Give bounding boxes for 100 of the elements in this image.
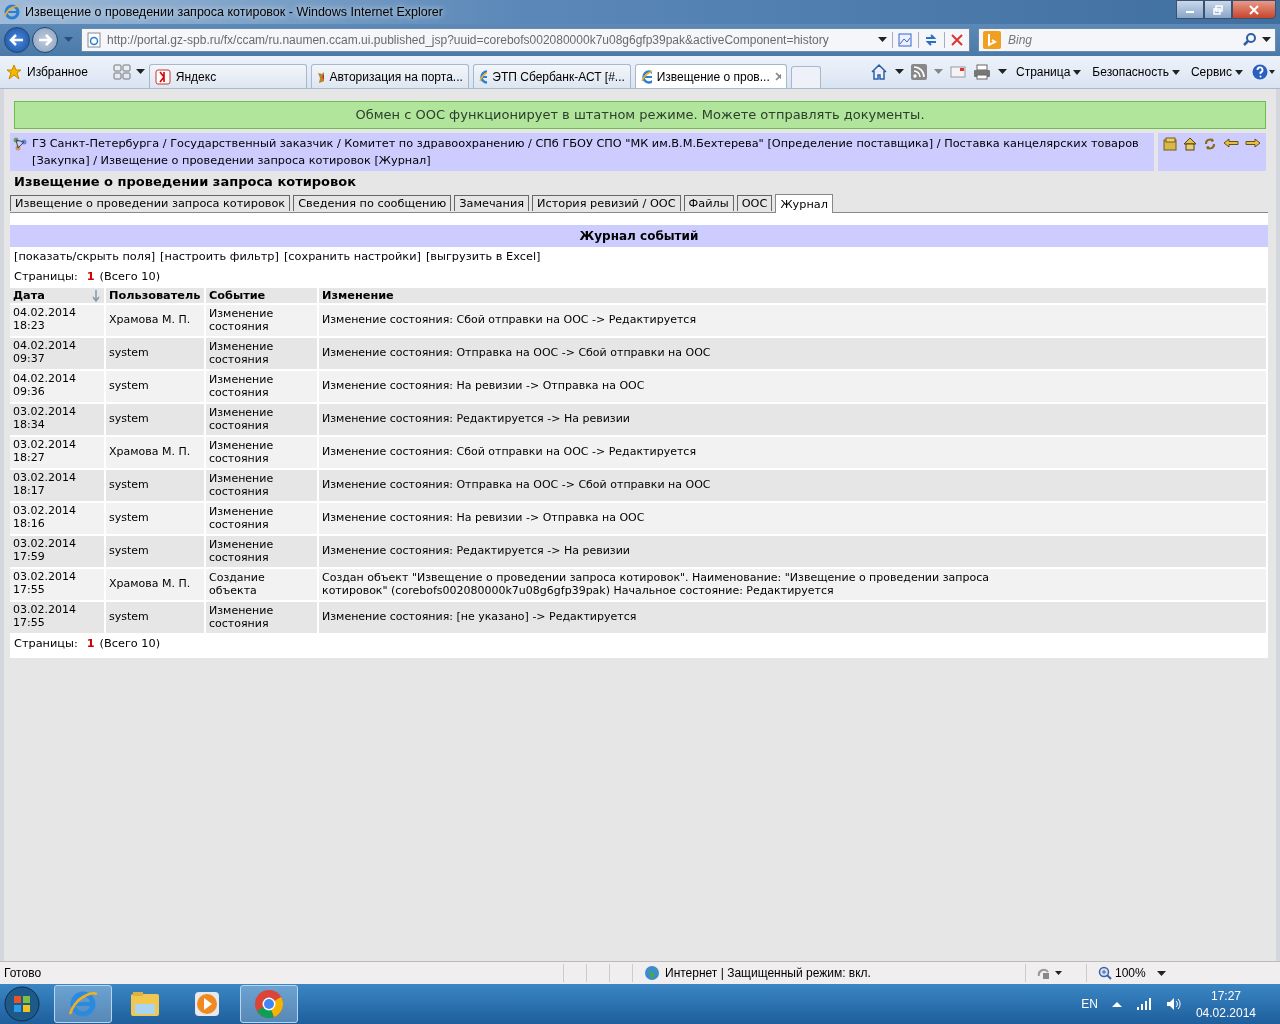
folder-icon[interactable]: [1163, 137, 1177, 151]
caret-icon: [1156, 970, 1166, 976]
change-cell-text: Изменение состояния: Отправка на ООС -> Сбой отправки на ООС: [322, 479, 712, 492]
change-cell-text: Изменение состояния: Отправка на ООС -> Сбой отправки на ООС: [322, 347, 712, 360]
event-cell: Изменение состояния: [209, 539, 275, 564]
close-button[interactable]: [1232, 0, 1276, 19]
page-link[interactable]: 1: [86, 270, 95, 283]
date-cell-text: 03.02.2014 17:55: [13, 604, 77, 629]
arrow-right-icon[interactable]: [1245, 137, 1261, 149]
action-link[interactable]: [сохранить настройки]: [283, 250, 421, 263]
caret-icon[interactable]: [878, 37, 887, 43]
arrow-right-icon: [37, 33, 53, 47]
event-cell: Изменение состояния: [209, 374, 275, 399]
help-icon[interactable]: [1252, 64, 1276, 80]
language-indicator[interactable]: EN: [1081, 997, 1098, 1011]
section-title: Журнал событий: [10, 225, 1268, 247]
caret-icon: [1073, 69, 1082, 75]
feed-icon[interactable]: [910, 64, 927, 80]
start-button[interactable]: [4, 986, 40, 1022]
back-button[interactable]: [4, 27, 30, 53]
pager-total: (Всего 10): [99, 270, 161, 283]
user-cell: system: [109, 610, 149, 624]
tab[interactable]: История ревизий / ООС: [532, 195, 681, 211]
change-cell-text: Изменение состояния: Редактируется -> На ревизии: [322, 413, 631, 426]
browser-tab[interactable]: Извещение о пров...: [634, 64, 787, 88]
menu-button[interactable]: Страница: [1013, 65, 1084, 79]
date-cell-text: 03.02.2014 18:27: [13, 439, 77, 464]
clock[interactable]: 17:27 04.02.2014: [1195, 988, 1256, 1020]
refresh-icon[interactable]: [1203, 137, 1217, 151]
user-cell: Храмова М. П.: [109, 445, 191, 459]
page-link[interactable]: 1: [86, 637, 95, 650]
browser-tab[interactable]: Яндекс: [148, 64, 307, 88]
home-icon[interactable]: [1183, 137, 1197, 151]
user-cell: system: [109, 379, 149, 393]
user-cell: system: [109, 511, 149, 525]
tab[interactable]: Замечания: [454, 195, 530, 211]
caret-icon: [1171, 69, 1180, 75]
pager-total: (Всего 10): [99, 637, 161, 650]
arrow-left-icon[interactable]: [1223, 137, 1239, 149]
user-cell: system: [109, 346, 149, 360]
maximize-button[interactable]: [1204, 0, 1232, 19]
menu-button[interactable]: Сервис: [1188, 65, 1245, 79]
home-icon[interactable]: [869, 63, 888, 81]
action-link[interactable]: [настроить фильтр]: [160, 250, 279, 263]
column-header[interactable]: Изменение: [322, 289, 394, 302]
caret-icon[interactable]: [894, 69, 904, 75]
date-cell-text: 03.02.2014 17:55: [13, 571, 77, 596]
search-bar[interactable]: Bing: [978, 28, 1276, 52]
action-link[interactable]: [показать/скрыть поля]: [14, 250, 156, 263]
speaker-icon[interactable]: [1165, 996, 1182, 1012]
user-cell: Храмова М. П.: [109, 577, 191, 591]
change-cell-text: Изменение состояния: Редактируется -> На ревизии: [322, 545, 631, 558]
caret-icon[interactable]: [997, 69, 1007, 75]
minimize-button[interactable]: [1176, 0, 1204, 19]
tab[interactable]: ООС: [736, 195, 773, 211]
compatibility-icon[interactable]: [892, 32, 913, 48]
taskbar-button[interactable]: [240, 985, 298, 1023]
change-cell-text: Создан объект "Извещение о проведении запроса котировок". Наименование: "Извещение о проведении запроса котировок" (corebofs002080000k7u08g6gfp39pak) Начальное состояние: Редактируется: [322, 572, 990, 597]
lock-icon[interactable]: [1037, 966, 1063, 980]
mail-icon[interactable]: [949, 65, 966, 79]
browser-tab[interactable]: Авторизация на порта...: [310, 64, 469, 88]
stop-icon[interactable]: [944, 32, 965, 48]
search-field[interactable]: Bing: [1006, 32, 1238, 48]
search-icon[interactable]: [1243, 33, 1257, 47]
caret-icon[interactable]: [1262, 37, 1271, 43]
pager-label: Страницы:: [14, 637, 78, 650]
favorites-button[interactable]: Избранное: [4, 64, 108, 80]
date-cell-text: 03.02.2014 18:17: [13, 472, 77, 497]
printer-icon[interactable]: [972, 64, 991, 80]
tab[interactable]: Извещение о проведении запроса котировок: [10, 195, 291, 211]
search-engine-logo-icon: [983, 31, 1001, 49]
zoom-button[interactable]: 100%: [1098, 966, 1166, 980]
tab[interactable]: Журнал: [775, 194, 833, 213]
address-field[interactable]: http://portal.gz-spb.ru/fx/ccam/ru.naumen.ccam.ui.published_jsp?uuid=corebofs002080000k7u08g6gfp39pak&activeComponent=history: [81, 28, 970, 52]
refresh-icon[interactable]: [918, 32, 939, 48]
tab[interactable]: Сведения по сообщению: [293, 195, 452, 211]
signal-icon[interactable]: [1135, 997, 1152, 1011]
event-cell: Изменение состояния: [209, 605, 275, 630]
star-icon: [6, 64, 22, 80]
network-icon: [12, 136, 28, 152]
page-heading: Извещение о проведении запроса котировок: [13, 173, 358, 191]
zoom-icon: [1098, 966, 1112, 980]
action-link[interactable]: [выгрузить в Excel]: [425, 250, 541, 263]
user-cell: Храмова М. П.: [109, 313, 191, 327]
status-banner: Обмен с ООС функционирует в штатном режиме. Можете отправлять документы.: [14, 101, 1266, 129]
change-cell-text: Изменение состояния: На ревизии -> Отправка на ООС: [322, 512, 646, 525]
browser-tab[interactable]: ЭТП Сбербанк-АСТ [#...: [472, 64, 631, 88]
forward-button[interactable]: [32, 27, 58, 53]
tray-expand-icon[interactable]: [1111, 1001, 1122, 1007]
close-icon: [1248, 4, 1260, 15]
user-cell: system: [109, 478, 149, 492]
caret-icon[interactable]: [135, 69, 145, 75]
menu-button[interactable]: Безопасность: [1090, 65, 1182, 79]
date-cell-text: 04.02.2014 18:23: [13, 307, 77, 332]
user-cell: system: [109, 544, 149, 558]
tab[interactable]: Файлы: [683, 195, 734, 211]
letter-logo-icon: [154, 68, 171, 85]
arrow-left-icon: [9, 33, 25, 47]
status-text: Готово: [4, 966, 43, 980]
close-icon[interactable]: [774, 72, 781, 81]
